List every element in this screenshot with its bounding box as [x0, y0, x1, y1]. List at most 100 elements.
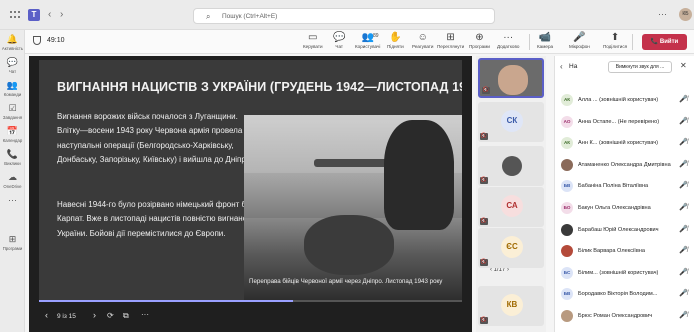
slide-title: ВИГНАННЯ НАЦИСТІВ З УКРАЇНИ (ГРУДЕНЬ 194… — [57, 80, 462, 94]
camera-people-icon: ▭ — [308, 32, 318, 43]
rail-item-програми[interactable]: ⊞ Програми — [0, 234, 25, 251]
mic-off-icon: 🔇 — [480, 177, 488, 184]
onedrive-icon: ☁ — [8, 172, 17, 182]
search-box[interactable]: ⌕ Пошук (Ctrl+Alt+E) — [193, 8, 495, 24]
rail-label: Програми — [2, 246, 23, 251]
calendar-icon: 📅 — [6, 126, 19, 136]
participant-avatar: АО — [561, 115, 573, 128]
app-launcher-icon[interactable] — [10, 11, 22, 19]
participant-tile[interactable]: 🔇 — [478, 146, 544, 186]
toolbar-button-apps[interactable]: ⊕ Програми — [469, 32, 490, 49]
toolbar-label: Програми — [469, 44, 490, 49]
toolbar-button-share[interactable]: ⬆ Поділитися — [603, 32, 627, 49]
panel-title: На — [569, 63, 578, 70]
more-icon: ··· — [8, 195, 17, 205]
slide-photo — [244, 115, 462, 300]
rail-item-календар[interactable]: 📅 Календар — [0, 126, 25, 143]
participant-avatar: АК — [561, 94, 573, 106]
apps-icon: ⊕ — [475, 32, 484, 43]
mic-off-icon: 🎤̸ — [679, 96, 688, 103]
participant-name: Барабаш Юрій Олександрович — [578, 226, 659, 233]
participant-row[interactable]: Барабаш Юрій Олександрович 🎤̸ — [555, 220, 694, 240]
participant-row[interactable]: АО Анна Остапе... (Не перевірено) 🎤̸ — [555, 112, 694, 132]
participant-avatar — [561, 158, 573, 171]
presentation-slide[interactable]: ВИГНАННЯ НАЦИСТІВ З УКРАЇНИ (ГРУДЕНЬ 194… — [39, 60, 462, 300]
sync-icon[interactable]: ⟳ — [107, 311, 114, 320]
leave-button[interactable]: 📞 Вийти — [642, 34, 687, 50]
rail-item-onedrive[interactable]: ☁ OneDrive — [0, 172, 25, 189]
chevron-left-icon[interactable]: ‹ — [560, 62, 563, 71]
rail-item-команди[interactable]: 👥 Команди — [0, 80, 25, 97]
prev-slide-icon[interactable]: ‹ — [45, 310, 48, 320]
rail-item-активність[interactable]: 🔔 Активність — [0, 34, 25, 51]
slide-paragraph-2: Навесні 1944-го було розірвано німецький… — [57, 200, 257, 238]
toolbar-button-react[interactable]: ☺ Реагувати — [412, 32, 433, 49]
forward-arrow-icon[interactable]: › — [60, 9, 63, 20]
participant-row[interactable]: БО Бакун Ольга Олександрівна 🎤̸ — [555, 198, 694, 218]
mic-off-icon: 🎤̸ — [679, 204, 688, 211]
mic-off-icon: 🎤̸ — [679, 160, 688, 168]
rail-label: Активність — [1, 46, 24, 51]
back-arrow-icon[interactable]: ‹ — [48, 9, 51, 20]
rail-label: Чат — [8, 69, 17, 74]
participant-avatar — [561, 245, 573, 258]
mic-off-icon: 🔇 — [480, 133, 488, 140]
search-placeholder: Пошук (Ctrl+Alt+E) — [222, 13, 278, 20]
participant-name: Бородавко Вікторія Володим... — [578, 291, 658, 298]
participant-row[interactable]: БВ Бабаніна Поліна Віталіївна 🎤̸ — [555, 176, 694, 196]
participant-row[interactable]: АК Алла ... (зовнішній користувач) 🎤̸ — [555, 90, 694, 110]
toolbar-label: Керувати — [303, 44, 323, 49]
participant-row[interactable]: БС Білим... (зовнішній користувач) 🎤̸ — [555, 263, 694, 283]
participant-avatar — [561, 223, 573, 236]
toolbar-label: Поділитися — [603, 44, 628, 49]
toolbar-button-mic[interactable]: 🎤 Мікрофон — [569, 32, 590, 49]
calls-icon: 📞 — [6, 149, 19, 159]
participant-tile[interactable]: ЄС 🔇 — [478, 228, 544, 268]
more-options-icon[interactable]: ··· — [658, 9, 667, 19]
rail-label: OneDrive — [3, 184, 22, 189]
participant-row[interactable]: Білик Варвара Олексіївна 🎤̸ — [555, 241, 694, 261]
more-icon[interactable]: ··· — [141, 310, 149, 319]
toolbar-divider — [632, 34, 633, 50]
meeting-timer: 49:10 — [47, 37, 65, 44]
toolbar-label: Додатково — [497, 44, 520, 49]
mute-all-button[interactable]: Вимкнути звук для ... — [608, 61, 672, 73]
soldier-figure — [384, 120, 454, 230]
rail-item-чат[interactable]: 💬 Чат — [0, 57, 25, 74]
thumbnails-icon[interactable]: ⧉ — [123, 311, 129, 321]
rail-item-завдання[interactable]: ☑ Завдання — [0, 103, 25, 120]
participant-avatar: ЄС — [501, 236, 523, 258]
teams-icon: 👥 — [6, 80, 19, 90]
participant-row[interactable]: АК Анн К... (зовнішній користувач) 🎤̸ — [555, 133, 694, 153]
video-gallery: ‹ 1/17 › 🔇 СК 🔇 🔇 СА 🔇 ЄС 🔇 КВ 🔇 — [476, 56, 546, 332]
participant-name: Бабаніна Поліна Віталіївна — [578, 183, 649, 190]
mic-off-icon: 🎤̸ — [679, 117, 688, 125]
participants-panel: ‹ На Вимкнути звук для ... ✕ АК Алла ... … — [554, 56, 694, 332]
rail-item-more[interactable]: ··· — [0, 195, 25, 207]
toolbar-button-chat[interactable]: 💬 Чат — [333, 32, 345, 49]
toolbar-button-hand[interactable]: ✋ Підняти — [387, 32, 404, 49]
shield-icon — [33, 36, 41, 45]
mic-off-icon: 🔇 — [480, 259, 488, 266]
toolbar-button-view[interactable]: ⊞ Переглянути — [437, 32, 464, 49]
participant-tile[interactable]: СК 🔇 — [478, 102, 544, 142]
participant-row[interactable]: БВ Бородавко Вікторія Володим... 🎤̸ — [555, 284, 694, 304]
toolbar-divider — [529, 34, 530, 50]
user-avatar[interactable]: КБ — [679, 8, 692, 21]
rail-item-виклики[interactable]: 📞 Виклики — [0, 149, 25, 166]
close-icon[interactable]: ✕ — [680, 61, 687, 70]
shared-content-stage: ВИГНАННЯ НАЦИСТІВ З УКРАЇНИ (ГРУДЕНЬ 194… — [29, 56, 472, 332]
next-slide-icon[interactable]: › — [93, 310, 96, 320]
toolbar-label: Мікрофон — [569, 44, 590, 49]
toolbar-button-camera-people[interactable]: ▭ Керувати — [303, 32, 323, 49]
participant-avatar: БО — [561, 202, 573, 214]
participant-name: Білим... (зовнішній користувач) — [578, 269, 659, 276]
toolbar-button-camera[interactable]: 📹 Камера — [537, 32, 553, 49]
react-icon: ☺ — [417, 32, 428, 43]
participant-row[interactable]: Брюс Роман Олександрович 🎤̸ — [555, 306, 694, 326]
participant-tile[interactable]: СА 🔇 — [478, 187, 544, 227]
participant-tile[interactable]: 🔇 — [478, 58, 544, 98]
toolbar-button-more[interactable]: ··· Додатково — [497, 32, 519, 49]
participant-row[interactable]: Атаманенко Олександра Дмитрівна 🎤̸ — [555, 155, 694, 175]
participant-tile[interactable]: КВ 🔇 — [478, 286, 544, 326]
